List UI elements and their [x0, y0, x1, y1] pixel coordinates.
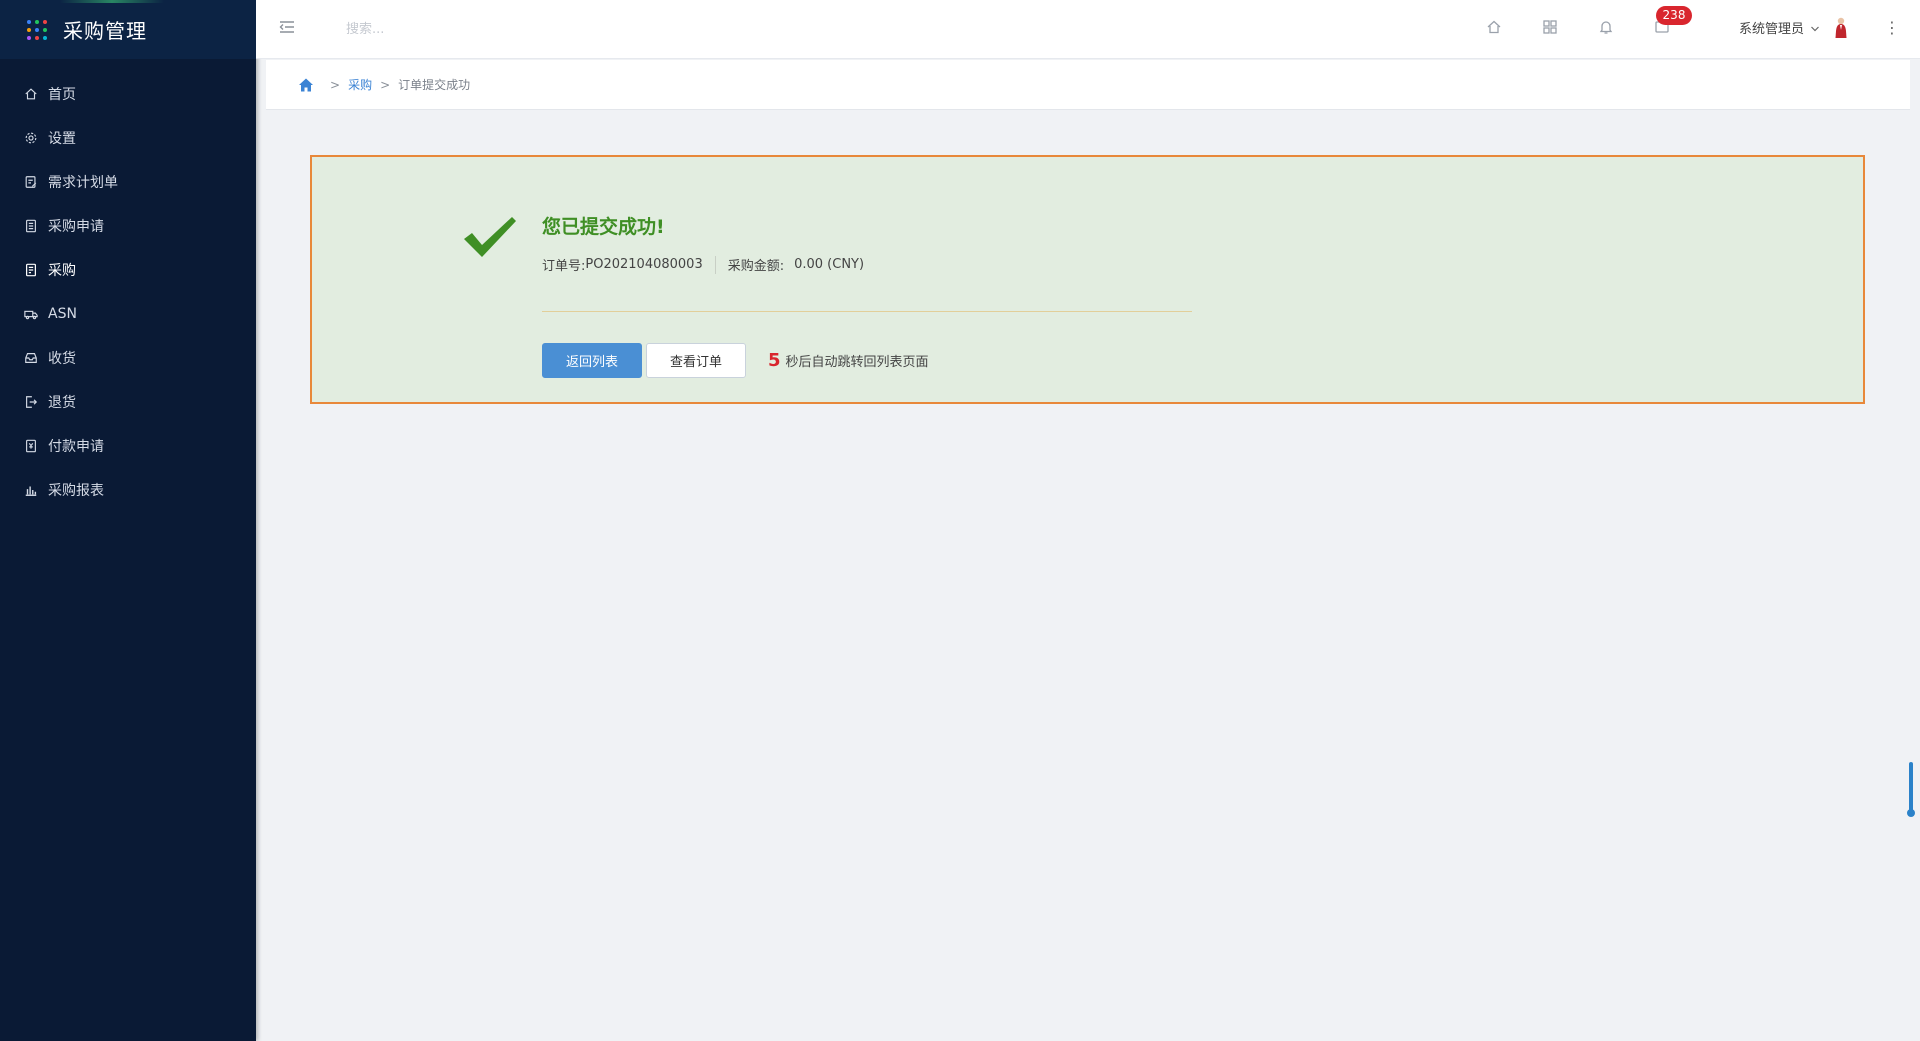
home-icon [24, 87, 38, 101]
breadcrumb-home-icon[interactable] [298, 77, 314, 93]
sidebar-item-label: 采购 [48, 263, 76, 279]
app-title: 采购管理 [63, 19, 147, 43]
sidebar-item-label: 采购申请 [48, 219, 104, 235]
amount-value: 0.00 (CNY) [794, 257, 865, 272]
breadcrumb-link-purchase[interactable]: 采购 [348, 76, 372, 93]
breadcrumb-separator: > [380, 77, 391, 92]
sidebar-item-label: 付款申请 [48, 439, 104, 455]
amount-label: 采购金额: [727, 259, 785, 274]
top-header: 238 系统管理员 ⋮ [256, 0, 1920, 59]
checkmark-icon [462, 215, 518, 259]
sidebar-item-purchase-report[interactable]: 采购报表 [0, 468, 256, 512]
app-grid-icon [27, 19, 47, 40]
apps-grid-icon[interactable] [1542, 19, 1558, 35]
home-icon[interactable] [1486, 19, 1502, 35]
bar-chart-icon [24, 483, 38, 497]
breadcrumb-current: 订单提交成功 [398, 78, 471, 92]
sidebar-glow [60, 0, 164, 3]
sidebar-item-returns[interactable]: 退货 [0, 380, 256, 424]
exit-icon [24, 395, 38, 409]
breadcrumb-separator: > [330, 77, 341, 92]
more-options-icon[interactable]: ⋮ [1884, 16, 1900, 40]
order-meta: 订单号: PO202104080003 采购金额: 0.00 (CNY) [542, 255, 864, 274]
success-panel: 您已提交成功! 订单号: PO202104080003 采购金额: 0.00 (… [310, 155, 1865, 404]
order-number: PO202104080003 [585, 257, 703, 272]
sidebar-item-purchase-request[interactable]: 采购申请 [0, 204, 256, 248]
redirect-countdown: 5 秒后自动跳转回列表页面 [768, 350, 929, 371]
document-list-icon [24, 219, 38, 233]
edit-document-icon [24, 175, 38, 189]
countdown-seconds: 5 [768, 350, 781, 371]
sidebar-item-label: 退货 [48, 395, 76, 411]
bell-icon[interactable] [1598, 19, 1614, 35]
payment-document-icon [24, 439, 38, 453]
sidebar-item-label: ASN [48, 306, 77, 322]
gear-icon [24, 131, 38, 145]
search-input[interactable] [346, 17, 666, 41]
sidebar-item-label: 收货 [48, 351, 76, 367]
back-to-list-button[interactable]: 返回列表 [542, 343, 642, 378]
sidebar-item-settings[interactable]: 设置 [0, 116, 256, 160]
sidebar-item-label: 设置 [48, 131, 76, 147]
inbox-icon [24, 351, 38, 365]
countdown-text: 秒后自动跳转回列表页面 [785, 355, 929, 370]
divider-line [542, 311, 1192, 312]
sidebar-item-label: 采购报表 [48, 483, 104, 499]
view-order-button[interactable]: 查看订单 [646, 343, 746, 378]
sidebar: 采购管理 首页 设置 需求计划单 采购申请 采购 ASN 收货 退货 付款申请 … [0, 0, 256, 1041]
user-name: 系统管理员 [1739, 22, 1805, 37]
sidebar-item-home[interactable]: 首页 [0, 72, 256, 116]
meta-divider [714, 255, 716, 274]
brand[interactable]: 采购管理 [0, 0, 256, 59]
user-menu[interactable]: 系统管理员 [1739, 18, 1820, 37]
purchase-document-icon [24, 263, 38, 277]
sidebar-item-receiving[interactable]: 收货 [0, 336, 256, 380]
order-number-label: 订单号: [542, 259, 586, 274]
success-headline: 您已提交成功! [542, 216, 665, 238]
sidebar-item-label: 首页 [48, 87, 76, 103]
sidebar-item-asn[interactable]: ASN [0, 292, 256, 336]
breadcrumb: > 采购 > 订单提交成功 [266, 60, 1910, 110]
sidebar-item-label: 需求计划单 [48, 175, 118, 191]
avatar[interactable] [1833, 16, 1849, 40]
sidebar-item-payment-request[interactable]: 付款申请 [0, 424, 256, 468]
sidebar-item-purchase[interactable]: 采购 [0, 248, 256, 292]
menu-collapse-icon[interactable] [278, 18, 296, 36]
scroll-handle[interactable] [1907, 762, 1915, 817]
chevron-down-icon [1810, 23, 1820, 33]
sidebar-item-demand-plan[interactable]: 需求计划单 [0, 160, 256, 204]
sidebar-menu: 首页 设置 需求计划单 采购申请 采购 ASN 收货 退货 付款申请 采购报表 [0, 72, 256, 512]
truck-icon [24, 307, 38, 321]
notification-badge: 238 [1656, 6, 1692, 25]
